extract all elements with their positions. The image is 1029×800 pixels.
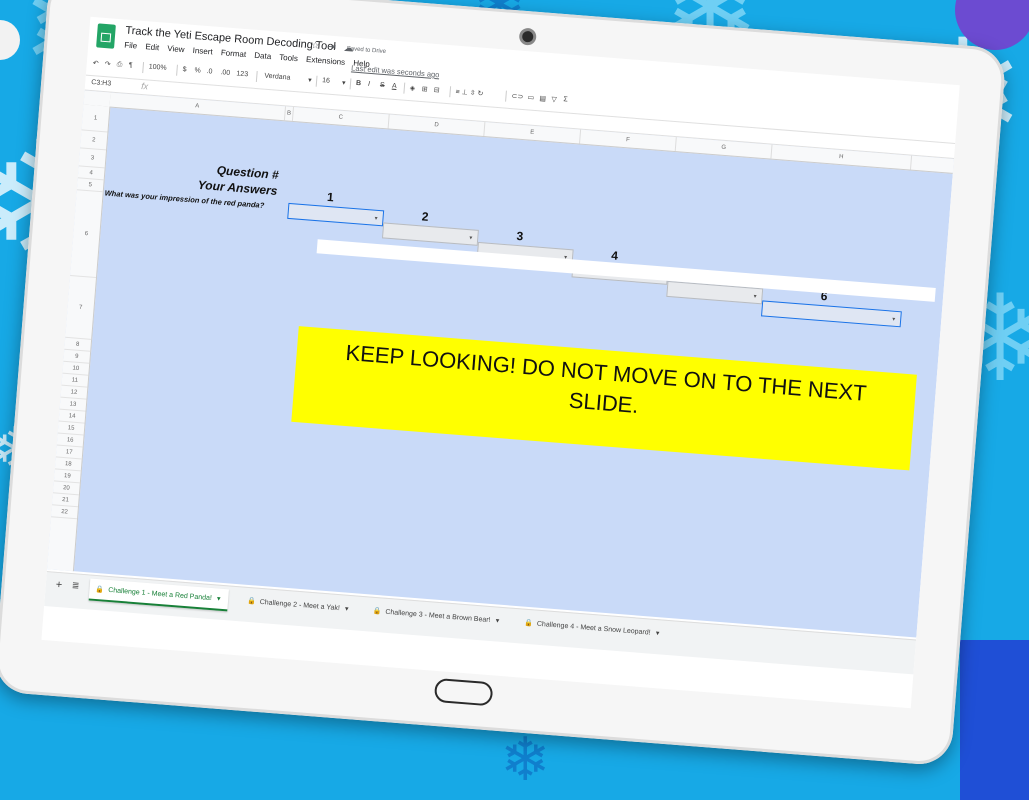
chevron-down-icon[interactable]: ▼ [468, 235, 473, 241]
tab-challenge-4[interactable]: 🔒 Challenge 4 - Meet a Snow Leopard! ▼ [517, 612, 667, 646]
row-header[interactable]: 3 [78, 148, 107, 169]
sheet-grid[interactable]: A B C D E F G H 1 2 3 4 5 6 7 8 9 10 11 [46, 90, 954, 638]
toolbar-divider [349, 78, 352, 90]
name-box[interactable]: C3:H3 [91, 79, 111, 88]
lock-icon: 🔒 [372, 607, 382, 616]
toolbar-divider [255, 70, 258, 83]
snowflake-icon: ❄ [500, 725, 551, 795]
comment-icon[interactable]: ▭ [527, 93, 534, 101]
question-number-1: 1 [326, 189, 335, 205]
blue-paper-decoration [960, 640, 1029, 800]
print-icon[interactable]: ⎙ [116, 61, 123, 69]
chevron-down-icon[interactable]: ▾ [308, 76, 312, 84]
toolbar-divider [176, 64, 178, 76]
paint-format-icon[interactable]: ¶ [128, 62, 132, 69]
tab-challenge-1[interactable]: 🔒 Challenge 1 - Meet a Red Panda! ▼ [88, 578, 229, 612]
home-button[interactable] [433, 677, 494, 707]
tablet-device: Track the Yeti Escape Room Decoding Tool… [0, 0, 1007, 767]
keep-looking-banner: KEEP LOOKING! DO NOT MOVE ON TO THE NEXT… [291, 326, 917, 471]
tab-challenge-2[interactable]: 🔒 Challenge 2 - Meet a Yak! ▼ [240, 590, 356, 621]
fill-color-icon[interactable]: ◈ [410, 84, 416, 92]
lock-icon: 🔒 [246, 597, 257, 606]
font-size-select[interactable]: 16 [322, 77, 330, 85]
row-header[interactable]: 1 [81, 104, 110, 133]
question-number-2: 2 [421, 209, 430, 224]
decimal-increase-button[interactable]: .00 [220, 69, 230, 77]
answer-result-row [316, 239, 936, 302]
pompom-decoration [0, 20, 20, 60]
spreadsheet-screen: Track the Yeti Escape Room Decoding Tool… [41, 16, 960, 709]
functions-icon[interactable]: Σ [563, 96, 568, 103]
star-icon[interactable]: ☆ [310, 40, 320, 52]
row-header[interactable]: 6 [70, 190, 103, 279]
chevron-down-icon[interactable]: ▼ [494, 618, 500, 624]
menu-data[interactable]: Data [254, 51, 272, 61]
tab-label: Challenge 3 - Meet a Brown Bear! [385, 608, 491, 625]
row-header[interactable]: 2 [80, 130, 108, 151]
move-icon[interactable]: ⇥ [327, 41, 336, 53]
menu-tools[interactable]: Tools [279, 53, 298, 63]
filter-icon[interactable]: ▽ [551, 95, 557, 103]
toolbar-divider [403, 82, 406, 94]
row-header[interactable]: 22 [51, 505, 78, 520]
sheet-list-icon[interactable]: ≣ [71, 580, 79, 592]
row-headers: 1 2 3 4 5 6 7 8 9 10 11 12 13 14 15 16 1… [46, 104, 111, 572]
tab-label: Challenge 4 - Meet a Snow Leopard! [536, 620, 651, 637]
menu-extensions[interactable]: Extensions [306, 55, 346, 67]
chevron-down-icon[interactable]: ▾ [342, 79, 346, 87]
question-number-3: 3 [516, 228, 524, 244]
menu-insert[interactable]: Insert [192, 46, 213, 57]
camera-icon [521, 30, 534, 43]
chevron-down-icon[interactable]: ▼ [891, 317, 896, 323]
menu-view[interactable]: View [167, 44, 185, 54]
chevron-down-icon[interactable]: ▼ [344, 606, 350, 612]
answer-dropdown-2[interactable]: ▼ [381, 222, 479, 246]
lock-icon: 🔒 [523, 619, 534, 628]
lock-icon: 🔒 [95, 585, 105, 594]
chart-icon[interactable]: ▤ [539, 94, 546, 102]
tab-challenge-3[interactable]: 🔒 Challenge 3 - Meet a Brown Bear! ▼ [366, 600, 507, 633]
tab-label: Challenge 2 - Meet a Yak! [259, 598, 341, 613]
text-color-button[interactable]: A [392, 83, 397, 90]
align-icon[interactable]: ≡ ⊥ ⇳ ↻ [455, 88, 483, 98]
bold-button[interactable]: B [356, 80, 362, 87]
chevron-down-icon[interactable]: ▼ [654, 631, 660, 637]
toolbar-divider [449, 86, 452, 98]
menu-edit[interactable]: Edit [145, 42, 159, 52]
font-select[interactable]: Verdana [264, 73, 291, 82]
question-number-4: 4 [610, 248, 619, 263]
italic-button[interactable]: I [368, 81, 370, 88]
row-header[interactable]: 7 [65, 275, 96, 340]
answer-dropdown-1[interactable]: ▼ [287, 202, 385, 227]
answer-dropdown-6[interactable]: ▼ [761, 300, 902, 328]
chevron-down-icon[interactable]: ▼ [373, 216, 378, 222]
percent-button[interactable]: % [194, 67, 201, 74]
add-sheet-icon[interactable]: + [55, 579, 62, 591]
chevron-down-icon[interactable]: ▼ [216, 596, 222, 602]
tab-label: Challenge 1 - Meet a Red Panda! [107, 586, 213, 603]
currency-button[interactable]: $ [182, 66, 186, 73]
menu-format[interactable]: Format [221, 48, 247, 59]
undo-icon[interactable]: ↶ [93, 59, 99, 67]
sheets-logo-icon[interactable] [96, 23, 116, 49]
fx-icon: fx [140, 80, 149, 92]
borders-icon[interactable]: ⊞ [421, 85, 427, 93]
link-icon[interactable]: ⊂⊃ [511, 92, 523, 101]
more-formats-button[interactable]: 123 [236, 70, 248, 78]
merge-icon[interactable]: ⊟ [433, 86, 439, 94]
redo-icon[interactable]: ↷ [104, 60, 110, 68]
toolbar-divider [505, 90, 507, 102]
decimal-decrease-button[interactable]: .0 [206, 68, 212, 75]
zoom-select[interactable]: 100% [148, 64, 166, 72]
menu-file[interactable]: File [124, 41, 138, 51]
strikethrough-button[interactable]: S [380, 82, 385, 89]
chevron-down-icon[interactable]: ▼ [752, 294, 757, 300]
toolbar-divider [142, 62, 145, 74]
toolbar-divider [315, 75, 318, 87]
